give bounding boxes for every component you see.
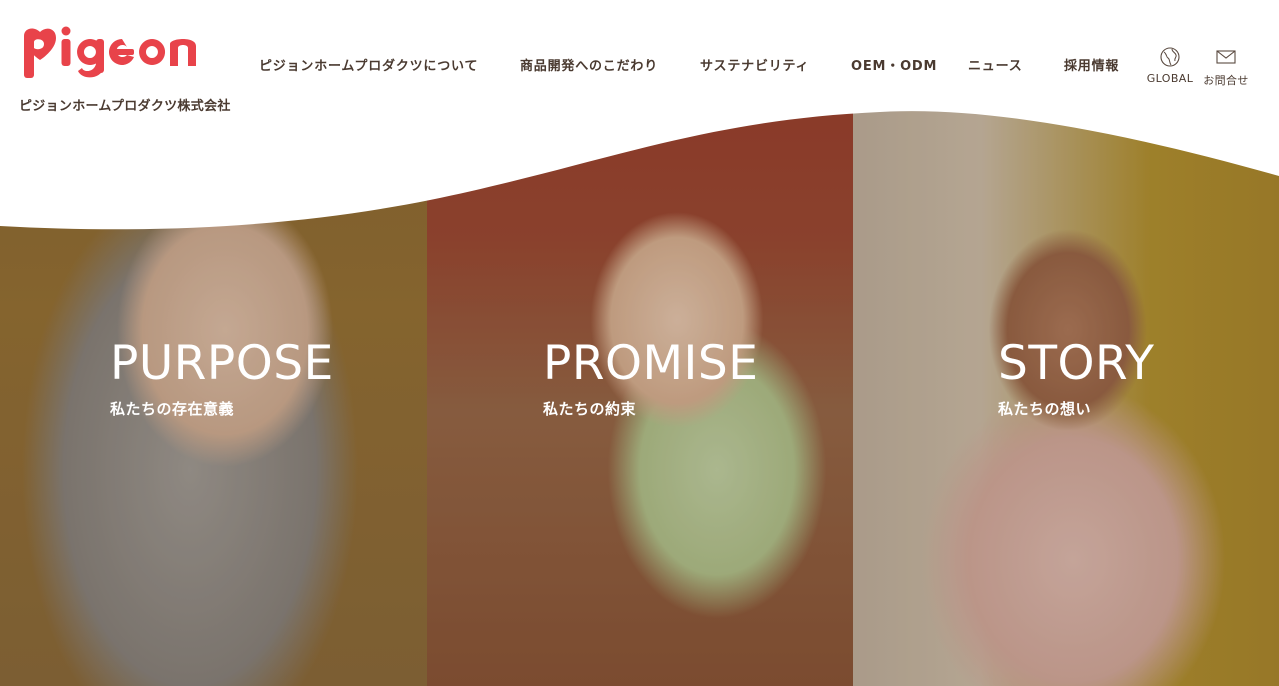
- global-link[interactable]: GLOBAL: [1146, 46, 1194, 85]
- nav-item-oem-odm[interactable]: OEM・ODM: [851, 55, 937, 74]
- contact-link[interactable]: お問合せ: [1200, 46, 1252, 88]
- global-label: GLOBAL: [1146, 72, 1194, 85]
- nav-item-about[interactable]: ピジョンホームプロダクツについて: [259, 55, 478, 74]
- nav-item-news[interactable]: ニュース: [968, 55, 1023, 74]
- nav-item-recruit[interactable]: 採用情報: [1064, 55, 1119, 74]
- panel-title-purpose: PURPOSE: [110, 336, 334, 391]
- globe-icon: [1160, 47, 1180, 67]
- nav-item-sustainability[interactable]: サステナビリティ: [700, 55, 809, 74]
- panel-subtitle-purpose: 私たちの存在意義: [110, 400, 235, 418]
- site-header: ピジョンホームプロダクツ株式会社 ピジョンホームプロダクツについて 商品開発への…: [0, 0, 1279, 120]
- panel-subtitle-promise: 私たちの約束: [543, 400, 637, 418]
- pigeon-logo[interactable]: [20, 24, 200, 84]
- panel-title-story: STORY: [998, 336, 1155, 391]
- panel-subtitle-story: 私たちの想い: [998, 400, 1092, 418]
- panel-title-promise: PROMISE: [543, 336, 759, 391]
- contact-label: お問合せ: [1203, 74, 1249, 87]
- mail-icon: [1216, 50, 1236, 64]
- company-name: ピジョンホームプロダクツ株式会社: [19, 99, 231, 114]
- pigeon-logo-mark: [24, 26, 196, 78]
- nav-item-product-development[interactable]: 商品開発へのこだわり: [520, 55, 658, 74]
